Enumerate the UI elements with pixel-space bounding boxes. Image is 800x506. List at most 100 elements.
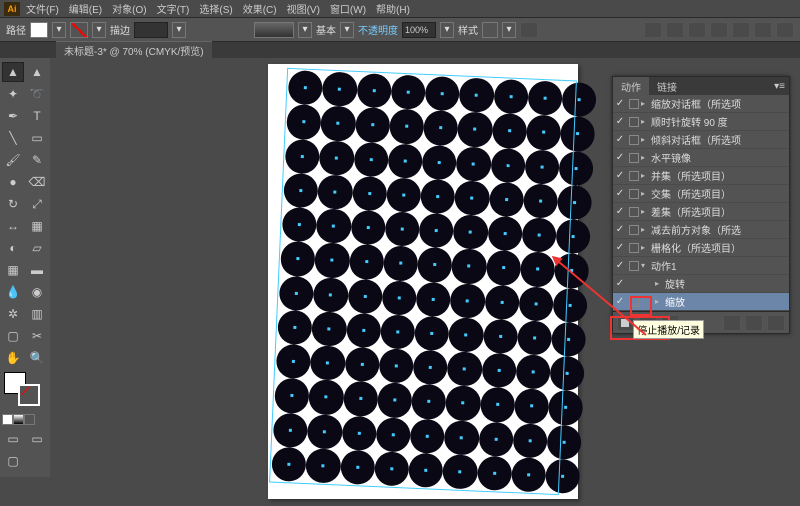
artwork-circle[interactable]	[322, 71, 358, 107]
blend-tool[interactable]: ◉	[26, 282, 48, 302]
symbol-sprayer-tool[interactable]: ✲	[2, 304, 24, 324]
artwork-circle[interactable]	[527, 80, 563, 116]
dialog-toggle-icon[interactable]	[629, 243, 639, 253]
artboard-tool[interactable]: ▢	[2, 326, 24, 346]
action-row[interactable]: ✓▸并集（所选项目）	[613, 167, 789, 185]
dialog-toggle-icon[interactable]	[629, 135, 639, 145]
artwork-circle[interactable]	[305, 448, 341, 484]
check-icon[interactable]: ✓	[613, 224, 627, 235]
expand-icon[interactable]: ▸	[641, 99, 651, 108]
artwork-circle[interactable]	[280, 241, 316, 277]
opacity-label[interactable]: 不透明度	[358, 22, 398, 37]
action-row[interactable]: ✓▾动作1	[613, 257, 789, 275]
artwork-circle[interactable]	[555, 219, 591, 255]
menu-help[interactable]: 帮助(H)	[376, 1, 410, 16]
artwork-circle[interactable]	[276, 344, 312, 380]
artwork-circle[interactable]	[479, 387, 515, 423]
check-icon[interactable]: ✓	[613, 116, 627, 127]
dialog-toggle-icon[interactable]	[629, 117, 639, 127]
menu-window[interactable]: 窗口(W)	[330, 1, 366, 16]
artwork-circle[interactable]	[317, 174, 353, 210]
artwork-circle[interactable]	[444, 420, 480, 456]
width-tool[interactable]: ↔	[2, 216, 24, 236]
artwork-circle[interactable]	[551, 321, 587, 357]
artwork-circle[interactable]	[515, 354, 551, 390]
artwork-circle[interactable]	[417, 247, 453, 283]
artwork-circle[interactable]	[384, 211, 420, 247]
artwork-circle[interactable]	[375, 417, 411, 453]
artwork-circle[interactable]	[560, 116, 596, 152]
artwork-circle[interactable]	[548, 390, 584, 426]
artwork-circle[interactable]	[491, 113, 527, 149]
artwork-circle[interactable]	[546, 424, 582, 460]
gradient-tool[interactable]: ▬	[26, 260, 48, 280]
artwork-circle[interactable]	[552, 287, 588, 323]
check-icon[interactable]: ✓	[613, 98, 627, 109]
fill-swatch[interactable]	[30, 22, 48, 38]
artwork-circle[interactable]	[378, 348, 414, 384]
dialog-toggle-icon[interactable]	[629, 225, 639, 235]
slice-tool[interactable]: ✂	[26, 326, 48, 346]
dialog-toggle-icon[interactable]	[629, 189, 639, 199]
check-icon[interactable]: ✓	[613, 206, 627, 217]
artwork-circle[interactable]	[313, 277, 349, 313]
lasso-tool[interactable]: ➰	[26, 84, 48, 104]
dialog-toggle-icon[interactable]	[629, 153, 639, 163]
artwork-circle[interactable]	[484, 284, 520, 320]
align-4-icon[interactable]	[710, 22, 728, 38]
expand-icon[interactable]: ▸	[655, 297, 665, 306]
draw-mode-normal[interactable]: ▭	[2, 429, 24, 449]
menu-file[interactable]: 文件(F)	[26, 1, 59, 16]
stroke-weight-dd[interactable]: ▾	[172, 22, 186, 38]
artwork-circle[interactable]	[320, 106, 356, 142]
artwork-circle[interactable]	[274, 378, 310, 414]
document-tab[interactable]: 未标题-3* @ 70% (CMYK/预览)	[56, 41, 212, 59]
artwork-circle[interactable]	[451, 249, 487, 285]
artwork-circle[interactable]	[408, 452, 444, 488]
menu-effect[interactable]: 效果(C)	[243, 1, 277, 16]
artwork-circle[interactable]	[347, 278, 383, 314]
check-icon[interactable]: ✓	[613, 296, 627, 307]
menu-object[interactable]: 对象(O)	[112, 1, 146, 16]
zoom-tool[interactable]: 🔍	[26, 348, 48, 368]
panel-menu-icon[interactable]: ▾≡	[770, 81, 789, 92]
expand-icon[interactable]: ▸	[655, 279, 665, 288]
check-icon[interactable]: ✓	[613, 278, 627, 289]
artwork-circle[interactable]	[457, 112, 493, 148]
artboard[interactable]	[268, 64, 578, 499]
artwork-circle[interactable]	[481, 353, 517, 389]
paintbrush-tool[interactable]: 🖌	[2, 150, 24, 170]
artwork-circle[interactable]	[416, 281, 452, 317]
opacity-dd[interactable]: ▾	[440, 22, 454, 38]
artwork-circle[interactable]	[487, 216, 523, 252]
artwork-circle[interactable]	[490, 147, 526, 183]
artwork-circle[interactable]	[526, 115, 562, 151]
artwork-circle[interactable]	[518, 286, 554, 322]
stroke-color-icon[interactable]	[18, 384, 40, 406]
color-mode-none[interactable]	[24, 414, 35, 425]
artwork-circle[interactable]	[282, 207, 318, 243]
screen-mode[interactable]: ▢	[2, 451, 24, 471]
color-mode-gradient[interactable]	[13, 414, 24, 425]
brush-dd[interactable]: ▾	[298, 22, 312, 38]
line-tool[interactable]: ╲	[2, 128, 24, 148]
style2-swatch[interactable]	[482, 22, 498, 38]
artwork-circle[interactable]	[340, 449, 376, 485]
new-action-button[interactable]	[745, 315, 763, 331]
artwork-circle[interactable]	[411, 384, 447, 420]
dialog-toggle-icon[interactable]	[629, 171, 639, 181]
recolor-icon[interactable]	[520, 22, 538, 38]
action-row[interactable]: ✓▸交集（所选项目）	[613, 185, 789, 203]
pen-tool[interactable]: ✒	[2, 106, 24, 126]
align-1-icon[interactable]	[644, 22, 662, 38]
expand-icon[interactable]: ▸	[641, 189, 651, 198]
artwork-circle[interactable]	[450, 283, 486, 319]
artwork-circle[interactable]	[445, 385, 481, 421]
artwork-circle[interactable]	[488, 182, 524, 218]
artwork-circle[interactable]	[285, 138, 321, 174]
stroke-swatch[interactable]	[70, 22, 88, 38]
brush-swatch[interactable]	[254, 22, 294, 38]
artwork-circle[interactable]	[524, 149, 560, 185]
check-icon[interactable]: ✓	[613, 170, 627, 181]
hand-tool[interactable]: ✋	[2, 348, 24, 368]
